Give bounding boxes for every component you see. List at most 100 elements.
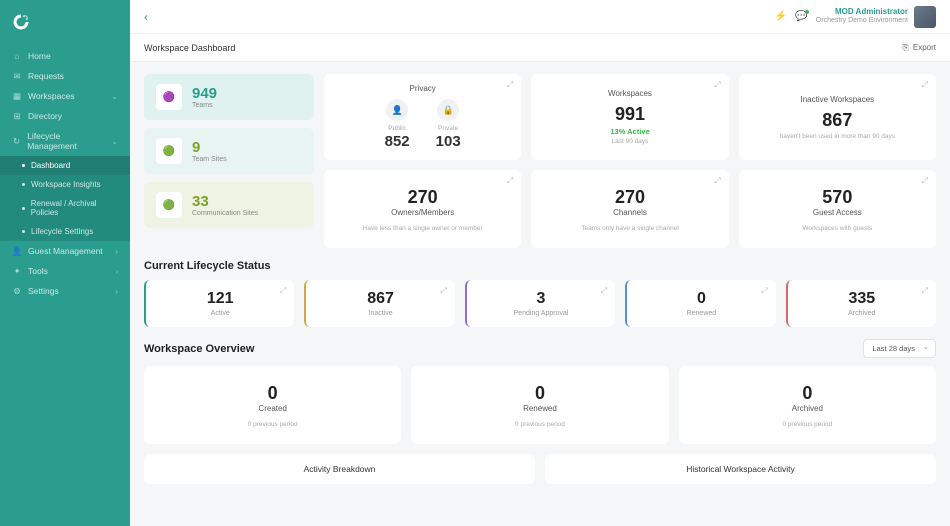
sharepoint-icon: 🟢 (156, 138, 182, 164)
card-title: Channels (613, 208, 647, 217)
nav-sub-dashboard[interactable]: Dashboard (0, 156, 130, 175)
open-icon[interactable]: ⤢ (280, 286, 286, 296)
nav: ⌂Home ✉Requests ▦Workspaces⌄ ⊞Directory … (0, 46, 130, 526)
status-pending: ⤢3Pending Approval (465, 280, 615, 327)
status-archived: ⤢335Archived (786, 280, 936, 327)
page-title: Workspace Dashboard (144, 43, 235, 53)
main: ‹ ⚡ 💬 MOD Administrator Orchestry Demo E… (130, 0, 950, 526)
user-env: Orchestry Demo Environment (816, 17, 908, 25)
chevron-down-icon: ⌄ (111, 137, 118, 146)
open-icon[interactable]: ⤢ (761, 286, 767, 296)
topbar: ‹ ⚡ 💬 MOD Administrator Orchestry Demo E… (130, 0, 950, 34)
card-sub: haven't been used in more than 90 days (780, 133, 895, 140)
nav-directory[interactable]: ⊞ Directory (0, 106, 130, 126)
open-icon[interactable]: ⤢ (922, 80, 928, 90)
card-num: 270 (615, 187, 645, 208)
gear-icon: ⚙ (12, 286, 22, 296)
overview-archived: 0Archived0 previous period (679, 366, 936, 444)
home-icon: ⌂ (12, 51, 22, 61)
subheader: Workspace Dashboard ⎘Export (130, 34, 950, 62)
notifications-icon[interactable]: 💬 (795, 11, 807, 22)
open-icon[interactable]: ⤢ (601, 286, 607, 296)
sidebar: ⌂Home ✉Requests ▦Workspaces⌄ ⊞Directory … (0, 0, 130, 526)
card-sub: Have less than a single owner or member (363, 225, 483, 232)
card-num: 867 (822, 110, 852, 131)
directory-icon: ⊞ (12, 111, 22, 121)
open-icon[interactable]: ⤢ (714, 176, 720, 186)
user-name: MOD Administrator (816, 8, 908, 17)
sidebar-collapse-button[interactable]: ‹ (144, 10, 148, 24)
tile-label: Teams (192, 102, 217, 109)
nav-sub-policies[interactable]: Renewal / Archival Policies (0, 194, 130, 222)
tile-label: Team Sites (192, 156, 227, 163)
card-num: 570 (822, 187, 852, 208)
nav-sub-insights[interactable]: Workspace Insights (0, 175, 130, 194)
nav-label: Directory (28, 111, 62, 121)
activity-breakdown-card: Activity Breakdown (144, 454, 535, 484)
card-guest-access: ⤢ 570 Guest Access Workspaces with guest… (739, 170, 936, 248)
export-button[interactable]: ⎘Export (902, 43, 936, 53)
nav-lifecycle[interactable]: ↻ Lifecycle Management ⌄ (0, 126, 130, 156)
open-icon[interactable]: ⤢ (440, 286, 446, 296)
tile-num: 949 (192, 85, 217, 102)
card-sub: Teams only have a single channel (581, 225, 679, 232)
nav-home[interactable]: ⌂Home (0, 46, 130, 66)
private-icon: 🔒 (437, 99, 459, 121)
chevron-right-icon: › (115, 287, 118, 296)
nav-sub-label: Workspace Insights (31, 180, 101, 189)
nav-sub-label: Dashboard (31, 161, 70, 170)
chevron-down-icon: ⌄ (111, 92, 118, 101)
nav-requests[interactable]: ✉ Requests (0, 66, 130, 86)
teams-icon: 🟣 (156, 84, 182, 110)
chevron-right-icon: › (115, 267, 118, 276)
tile-comm-sites[interactable]: 🟢 33Communication Sites (144, 182, 314, 228)
bolt-icon[interactable]: ⚡ (775, 11, 787, 22)
nav-label: Guest Management (28, 246, 103, 256)
tile-teams[interactable]: 🟣 949Teams (144, 74, 314, 120)
open-icon[interactable]: ⤢ (714, 80, 720, 90)
card-num: 270 (408, 187, 438, 208)
nav-sub-label: Lifecycle Settings (31, 227, 93, 236)
tile-team-sites[interactable]: 🟢 9Team Sites (144, 128, 314, 174)
logo[interactable] (0, 8, 130, 36)
nav-tools[interactable]: ✦ Tools › (0, 261, 130, 281)
lifecycle-icon: ↻ (12, 136, 21, 146)
chevron-right-icon: › (115, 247, 118, 256)
date-range-dropdown[interactable]: Last 28 days (863, 339, 936, 358)
avatar (914, 6, 936, 28)
sharepoint-icon: 🟢 (156, 192, 182, 218)
user-menu[interactable]: MOD Administrator Orchestry Demo Environ… (816, 6, 936, 28)
nav-label: Lifecycle Management (27, 131, 105, 151)
orchestry-logo-icon (12, 13, 30, 31)
nav-label: Requests (28, 71, 64, 81)
nav-label: Tools (28, 266, 48, 276)
open-icon[interactable]: ⤢ (922, 286, 928, 296)
status-renewed: ⤢0Renewed (625, 280, 775, 327)
section-heading-lifecycle: Current Lifecycle Status (144, 260, 936, 272)
workspaces-icon: ▦ (12, 91, 22, 101)
card-title: Guest Access (813, 208, 862, 217)
card-active: 13% Active (610, 127, 649, 136)
historical-activity-card: Historical Workspace Activity (545, 454, 936, 484)
nav-settings[interactable]: ⚙ Settings › (0, 281, 130, 301)
tools-icon: ✦ (12, 266, 22, 276)
public-icon: 👤 (386, 99, 408, 121)
card-sub: Workspaces with guests (802, 225, 872, 232)
open-icon[interactable]: ⤢ (507, 176, 513, 186)
nav-label: Settings (28, 286, 59, 296)
content: 🟣 949Teams 🟢 9Team Sites 🟢 33Communicati… (130, 62, 950, 526)
open-icon[interactable]: ⤢ (507, 80, 513, 90)
card-privacy: ⤢ Privacy 👤Public852 🔒Private103 (324, 74, 521, 160)
nav-sub-label: Renewal / Archival Policies (31, 199, 118, 217)
nav-sub-lc-settings[interactable]: Lifecycle Settings (0, 222, 130, 241)
nav-label: Workspaces (28, 91, 75, 101)
requests-icon: ✉ (12, 71, 22, 81)
status-inactive: ⤢867Inactive (304, 280, 454, 327)
tile-num: 33 (192, 193, 258, 210)
overview-renewed: 0Renewed0 previous period (411, 366, 668, 444)
nav-workspaces[interactable]: ▦ Workspaces ⌄ (0, 86, 130, 106)
card-sub: Last 90 days (612, 138, 649, 145)
open-icon[interactable]: ⤢ (922, 176, 928, 186)
card-owners: ⤢ 270 Owners/Members Have less than a si… (324, 170, 521, 248)
nav-guest[interactable]: 👤Guest Management› (0, 241, 130, 261)
